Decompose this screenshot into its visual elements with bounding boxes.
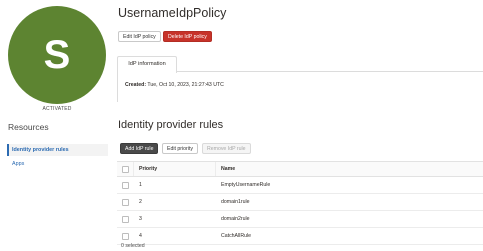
created-value: Tue, Oct 10, 2023, 21:27:43 UTC <box>147 82 224 88</box>
add-idp-rule-button[interactable]: Add IdP rule <box>120 143 159 154</box>
sidebar-item-identity-provider-rules-label[interactable]: Identity provider rules <box>12 147 69 153</box>
avatar-letter: S <box>43 33 71 77</box>
priority-cell: 3 <box>139 216 142 222</box>
policy-avatar: S <box>8 6 106 104</box>
table-row[interactable]: 4 CatchAllRule <box>117 228 483 245</box>
created-label: Created: <box>125 82 147 88</box>
name-cell: domain1rule <box>221 199 250 205</box>
rules-section-title: Identity provider rules <box>118 119 224 131</box>
remove-idp-rule-button: Remove IdP rule <box>202 143 251 154</box>
row-checkbox[interactable] <box>122 233 129 240</box>
table-row[interactable]: 2 domain1rule <box>117 194 483 211</box>
name-cell: domain2rule <box>221 216 250 222</box>
edit-idp-policy-button[interactable]: Edit IdP policy <box>118 31 161 42</box>
selection-count: 0 selected <box>121 243 145 249</box>
column-divider <box>215 162 216 176</box>
resources-title: Resources <box>8 122 49 132</box>
table-row[interactable]: 3 domain2rule <box>117 211 483 228</box>
select-all-checkbox[interactable] <box>122 166 129 173</box>
rules-table: Priority Name 1 EmptyUsernameRule 2 doma… <box>117 161 483 245</box>
status-label: ACTIVATED <box>42 106 72 112</box>
sidebar-item-apps[interactable]: Apps <box>12 161 24 167</box>
table-row[interactable]: 1 EmptyUsernameRule <box>117 177 483 194</box>
row-checkbox[interactable] <box>122 216 129 223</box>
row-checkbox[interactable] <box>122 182 129 189</box>
created-info: Created: Tue, Oct 10, 2023, 21:27:43 UTC <box>125 82 224 88</box>
row-checkbox[interactable] <box>122 199 129 206</box>
priority-cell: 4 <box>139 233 142 239</box>
name-cell: EmptyUsernameRule <box>221 182 271 188</box>
delete-idp-policy-button[interactable]: Delete IdP policy <box>163 31 212 42</box>
priority-cell: 2 <box>139 199 142 205</box>
page-title: UsernameIdpPolicy <box>118 6 227 20</box>
priority-column-header[interactable]: Priority <box>139 166 157 172</box>
name-column-header[interactable]: Name <box>221 166 235 172</box>
name-cell: CatchAllRule <box>221 233 251 239</box>
priority-cell: 1 <box>139 182 142 188</box>
column-divider <box>133 162 134 176</box>
table-header: Priority Name <box>117 161 483 177</box>
tab-idp-information[interactable]: IdP information <box>117 56 177 73</box>
edit-priority-button[interactable]: Edit priority <box>162 143 198 154</box>
